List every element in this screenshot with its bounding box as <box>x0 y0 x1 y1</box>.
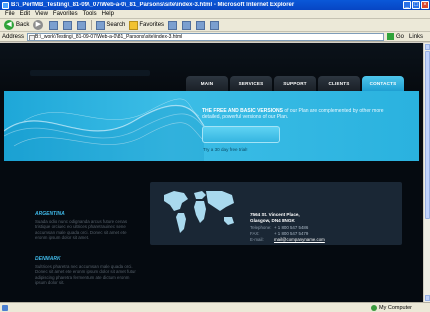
go-label: Go <box>396 33 405 40</box>
page-icon <box>2 304 8 311</box>
home-button[interactable] <box>77 20 87 30</box>
menu-edit[interactable]: Edit <box>20 11 30 17</box>
status-bar: My Computer <box>0 302 430 312</box>
zone-label: My Computer <box>378 304 412 311</box>
back-label: Back <box>16 22 30 28</box>
nav-main[interactable]: MAIN <box>186 76 228 91</box>
hero-headline: THE FREE AND BASIC VERSIONS of our Plan … <box>202 108 402 120</box>
star-icon <box>129 20 139 30</box>
menu-file[interactable]: File <box>5 11 15 17</box>
email-link[interactable]: mail@companyname.com <box>274 237 325 243</box>
contact-address: 7564 St. Vincent Place, Glasgow, DN4 8NG… <box>250 212 300 224</box>
address-label: Address <box>2 33 25 40</box>
search-label: Search <box>106 22 126 28</box>
history-icon <box>168 20 178 30</box>
hero-banner: THE FREE AND BASIC VERSIONS of our Plan … <box>4 91 419 161</box>
title-bar: B:\_PerfMB_Testing\_81-09\_07\Web-a-0\_8… <box>0 0 430 10</box>
site-nav: MAIN SERVICES SUPPORT CLIENTS CONTACTS <box>186 76 406 91</box>
menu-help[interactable]: Help <box>102 11 114 17</box>
scroll-down-arrow[interactable] <box>425 295 430 301</box>
nav-contacts[interactable]: CONTACTS <box>362 76 404 91</box>
print-button[interactable] <box>196 20 206 30</box>
browser-window: B:\_PerfMB_Testing\_81-09\_07\Web-a-0\_8… <box>0 0 430 312</box>
refresh-button[interactable] <box>63 20 73 30</box>
address-line1: 7564 St. Vincent Place, <box>250 212 300 217</box>
nav-support[interactable]: SUPPORT <box>274 76 316 91</box>
contact-panel: 7564 St. Vincent Place, Glasgow, DN4 8NG… <box>150 182 402 245</box>
home-icon <box>77 20 87 30</box>
section-body: Sultrices pharetra nec accumsan male qua… <box>35 264 136 286</box>
email-label: E-mail: <box>250 237 264 242</box>
edit-button[interactable] <box>210 20 220 30</box>
site-logo <box>30 70 150 76</box>
address-bar: Address B:\_work\Testing\_81-09-07\Web-a… <box>0 32 430 42</box>
scroll-thumb[interactable] <box>425 51 430 219</box>
section-denmark: DENMARK Sultrices pharetra nec accumsan … <box>35 256 137 286</box>
forward-button[interactable]: ▶ <box>33 20 45 30</box>
address-line2: Glasgow, DN4 8NGK <box>250 217 295 223</box>
refresh-icon <box>63 20 73 30</box>
go-arrow-icon <box>387 33 395 40</box>
print-icon <box>196 20 206 30</box>
page-viewport: MAIN SERVICES SUPPORT CLIENTS CONTACTS T… <box>0 43 423 302</box>
world-map-icon <box>160 187 240 239</box>
section-body: Suada odio nunc odignanda arcus future c… <box>35 219 128 241</box>
mail-icon <box>182 20 192 30</box>
hero-button[interactable] <box>202 126 280 143</box>
links-button[interactable]: Links <box>409 34 423 40</box>
search-button[interactable]: Search <box>96 20 126 30</box>
edit-icon <box>210 20 220 30</box>
window-title: B:\_PerfMB_Testing\_81-09\_07\Web-a-0\_8… <box>11 2 295 8</box>
menu-view[interactable]: View <box>35 11 48 17</box>
section-heading: ARGENTINA <box>35 211 65 217</box>
back-button[interactable]: ◀ Back <box>4 20 29 30</box>
email-row: E-mail: mail@companyname.com <box>250 237 325 243</box>
contact-details: Telephone: + 1 800 547 5486 FAX: + 1 800… <box>250 225 325 243</box>
menu-tools[interactable]: Tools <box>83 11 97 17</box>
close-button[interactable]: × <box>421 1 429 9</box>
scroll-up-arrow[interactable] <box>425 44 430 50</box>
mail-button[interactable] <box>182 20 192 30</box>
minimize-button[interactable]: _ <box>403 1 411 9</box>
computer-icon <box>370 304 377 311</box>
favorites-label: Favorites <box>139 22 165 28</box>
menu-favorites[interactable]: Favorites <box>53 11 78 17</box>
search-icon <box>96 20 106 30</box>
ie-icon <box>2 1 9 9</box>
stop-icon <box>49 20 59 30</box>
forward-arrow-icon: ▶ <box>33 20 44 30</box>
section-heading: DENMARK <box>35 256 61 262</box>
security-zone: My Computer <box>370 304 430 311</box>
back-arrow-icon: ◀ <box>4 20 14 30</box>
vertical-scrollbar[interactable] <box>423 43 430 302</box>
section-argentina: ARGENTINA Suada odio nunc odignanda arcu… <box>35 211 137 241</box>
toolbar-separator <box>91 20 93 30</box>
menu-bar: File Edit View Favorites Tools Help <box>0 10 430 19</box>
toolbar: ◀ Back ▶ Search Favorites <box>0 19 430 32</box>
nav-clients[interactable]: CLIENTS <box>318 76 360 91</box>
address-input[interactable]: B:\_work\Testing\_81-09-07\Web-a-0\81_Pa… <box>27 32 385 41</box>
maximize-button[interactable]: □ <box>412 1 420 9</box>
go-button[interactable]: Go <box>387 33 404 40</box>
nav-services[interactable]: SERVICES <box>230 76 272 91</box>
stop-button[interactable] <box>49 20 59 30</box>
hero-note: Try a 30 day free trial! <box>203 147 248 152</box>
history-button[interactable] <box>168 20 178 30</box>
favorites-button[interactable]: Favorites <box>129 20 165 30</box>
